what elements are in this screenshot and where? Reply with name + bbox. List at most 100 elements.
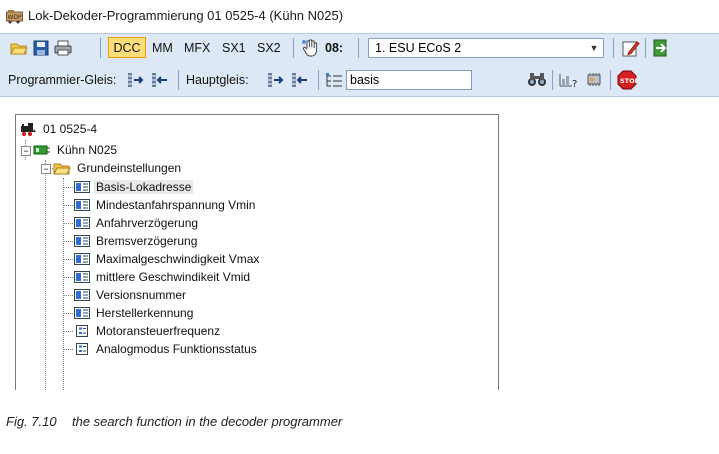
open-folder-icon — [53, 163, 71, 175]
sx1-protocol-button[interactable]: SX1 — [222, 41, 246, 55]
collapse-toggle[interactable]: − — [21, 146, 31, 156]
svg-text:?: ? — [572, 79, 577, 88]
figure-caption: Fig. 7.10 the search function in the deco… — [6, 414, 342, 429]
stop-icon[interactable]: STOP — [617, 70, 637, 90]
tree-line — [63, 313, 73, 314]
tree-item-label: Maximalgeschwindigkeit Vmax — [96, 252, 260, 266]
tree-item[interactable]: Mindestanfahrspannung Vmin — [74, 196, 257, 214]
cv-field-icon — [74, 289, 90, 301]
cv-option-icon — [76, 325, 88, 337]
tree-node-group-label: Grundeinstellungen — [77, 161, 182, 175]
cv-field-icon — [74, 199, 90, 211]
write-to-main-track-icon[interactable] — [290, 72, 310, 88]
cv-field-icon — [74, 271, 90, 283]
tree-item[interactable]: Anfahrverzögerung — [74, 214, 200, 232]
decoder-icon — [33, 145, 50, 155]
cv-tree[interactable]: 01 0525-4 − Kühn N025 − Grundeinstellung… — [15, 114, 499, 390]
separator — [358, 38, 359, 58]
tree-line — [63, 277, 73, 278]
search-value: basis — [350, 73, 380, 87]
tree-item[interactable]: Bremsverzögerung — [74, 232, 199, 250]
prog-track-label: Programmier-Gleis: — [8, 73, 117, 87]
tree-item-label: mittlere Geschwindikeit Vmid — [96, 270, 251, 284]
separator — [645, 38, 646, 58]
tree-root-locomotive[interactable]: 01 0525-4 — [20, 120, 99, 138]
chevron-down-icon[interactable]: ▼ — [586, 40, 602, 56]
programming-toolbar: Programmier-Gleis: Hauptgleis: basis ? S… — [0, 64, 719, 97]
tree-node-group[interactable]: Grundeinstellungen — [53, 159, 183, 177]
cv-field-icon — [74, 253, 90, 265]
port-label: 08: — [325, 41, 344, 55]
chart-help-icon[interactable]: ? — [558, 71, 580, 88]
dcc-protocol-button[interactable]: DCC — [108, 37, 146, 58]
app-icon: WDP — [6, 10, 23, 24]
tree-line — [63, 205, 73, 206]
decoder-chip-icon[interactable] — [584, 71, 604, 88]
tree-item[interactable]: mittlere Geschwindikeit Vmid — [74, 268, 252, 286]
cv-field-icon — [74, 235, 90, 247]
sx2-protocol-button[interactable]: SX2 — [257, 41, 281, 55]
separator — [613, 38, 614, 58]
cv-option-icon — [76, 343, 88, 355]
write-to-prog-track-icon[interactable] — [150, 72, 170, 88]
command-station-value: 1. ESU ECoS 2 — [375, 41, 462, 55]
tree-line — [63, 241, 73, 242]
binoculars-search-icon[interactable] — [527, 71, 547, 88]
tree-node-decoder-label: Kühn N025 — [57, 143, 118, 157]
tree-item[interactable]: Maximalgeschwindigkeit Vmax — [74, 250, 261, 268]
svg-text:WDP: WDP — [8, 14, 23, 21]
open-folder-icon[interactable] — [10, 40, 28, 56]
tree-line — [63, 295, 73, 296]
search-input[interactable]: basis — [346, 70, 472, 90]
collapse-toggle[interactable]: − — [41, 164, 51, 174]
tree-node-decoder[interactable]: Kühn N025 — [33, 141, 119, 159]
svg-text:STOP: STOP — [620, 77, 637, 85]
title-bar: WDP Lok-Dekoder-Programmierung 01 0525-4… — [0, 0, 719, 32]
cv-field-icon — [74, 217, 90, 229]
tree-item-label: Basis-Lokadresse — [94, 180, 194, 194]
locomotive-icon — [21, 122, 36, 136]
separator — [178, 70, 179, 90]
read-from-prog-track-icon[interactable] — [126, 72, 146, 88]
mm-protocol-button[interactable]: MM — [152, 41, 173, 55]
tree-item-label: Versionsnummer — [96, 288, 187, 302]
save-icon[interactable] — [33, 40, 49, 56]
window-title: Lok-Dekoder-Programmierung 01 0525-4 (Kü… — [28, 8, 344, 23]
tree-item-label: Mindestanfahrspannung Vmin — [96, 198, 256, 212]
tree-item-label: Analogmodus Funktionsstatus — [96, 342, 257, 356]
figure-caption-text: the search function in the decoder progr… — [72, 414, 343, 429]
tree-item-label: Bremsverzögerung — [96, 234, 198, 248]
exit-door-icon[interactable] — [652, 39, 670, 57]
tree-line — [45, 160, 46, 390]
hand-pointer-icon[interactable] — [301, 39, 319, 57]
mfx-protocol-button[interactable]: MFX — [184, 41, 210, 55]
tree-root-label: 01 0525-4 — [43, 122, 98, 136]
tree-line — [63, 259, 73, 260]
tree-filter-icon[interactable] — [325, 72, 343, 88]
separator — [293, 38, 294, 58]
decoder-programmer-window: WDP Lok-Dekoder-Programmierung 01 0525-4… — [0, 0, 719, 392]
tree-item[interactable]: Basis-Lokadresse — [74, 178, 194, 196]
main-track-label: Hauptgleis: — [186, 73, 249, 87]
tree-item-label: Anfahrverzögerung — [96, 216, 199, 230]
tree-item-label: Herstellerkennung — [96, 306, 194, 320]
tree-item[interactable]: Analogmodus Funktionsstatus — [74, 340, 259, 358]
tree-item[interactable]: Herstellerkennung — [74, 304, 195, 322]
tree-line — [63, 349, 73, 350]
separator — [318, 70, 319, 90]
tree-item[interactable]: Versionsnummer — [74, 286, 188, 304]
tree-line — [63, 331, 73, 332]
print-icon[interactable] — [54, 40, 72, 56]
cv-field-icon — [74, 181, 90, 193]
cv-field-icon — [74, 307, 90, 319]
tree-line — [63, 223, 73, 224]
separator — [610, 70, 611, 90]
separator — [100, 38, 101, 58]
main-toolbar: DCC MM MFX SX1 SX2 08: 1. ESU ECoS 2 ▼ — [0, 33, 719, 65]
command-station-select[interactable]: 1. ESU ECoS 2 ▼ — [368, 38, 604, 58]
read-from-main-track-icon[interactable] — [266, 72, 286, 88]
tree-line — [63, 178, 64, 390]
edit-pencil-icon[interactable] — [622, 39, 640, 57]
content-area: 01 0525-4 − Kühn N025 − Grundeinstellung… — [0, 97, 719, 392]
tree-item[interactable]: Motoransteuerfrequenz — [74, 322, 222, 340]
